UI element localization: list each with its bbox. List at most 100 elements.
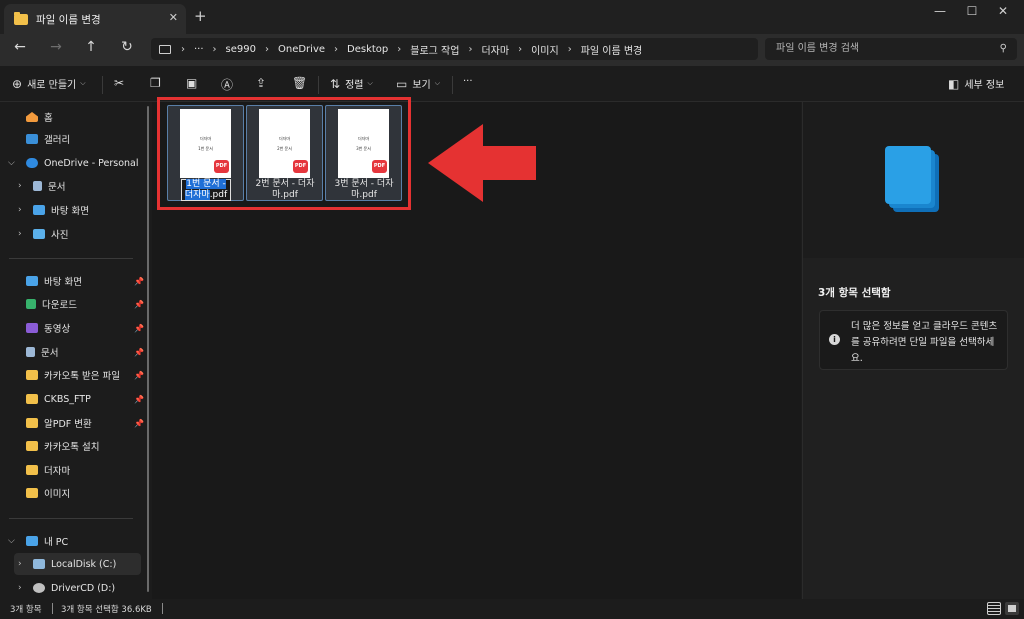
breadcrumb-item[interactable]: Desktop bbox=[347, 44, 388, 55]
more-options-button[interactable]: ··· bbox=[463, 76, 473, 87]
folder-icon bbox=[26, 465, 38, 475]
tab-file-rename[interactable]: 파일 이름 변경 ✕ bbox=[4, 4, 186, 34]
pin-icon[interactable]: 📌 bbox=[134, 371, 144, 380]
forward-button[interactable]: → bbox=[46, 39, 66, 55]
sidebar-item-desktop[interactable]: › 바탕 화면 bbox=[18, 199, 89, 221]
document-icon bbox=[33, 181, 42, 191]
separator bbox=[452, 76, 453, 94]
sidebar-item-this-pc[interactable]: ⌵ 내 PC bbox=[8, 530, 68, 552]
pin-icon[interactable]: 📌 bbox=[134, 277, 144, 286]
rename-button[interactable]: Ⓐ bbox=[221, 76, 238, 93]
breadcrumb-item[interactable]: 블로그 작업 bbox=[410, 42, 459, 57]
chevron-down-icon: ⌵ bbox=[8, 158, 15, 168]
breadcrumb[interactable]: › ··· › se990 › OneDrive › Desktop › 블로그… bbox=[151, 38, 758, 60]
computer-icon bbox=[26, 536, 38, 546]
folder-icon bbox=[26, 418, 38, 428]
search-placeholder: 파일 이름 변경 검색 bbox=[776, 43, 860, 54]
cut-icon: ✂ bbox=[114, 76, 125, 90]
home-icon bbox=[26, 112, 38, 122]
sort-button[interactable]: ⇅ 정렬 ⌵ bbox=[330, 76, 373, 92]
gallery-icon bbox=[26, 134, 38, 144]
sidebar-item-kakao-received[interactable]: 카카오톡 받은 파일 📌 bbox=[26, 364, 144, 386]
paste-icon: ▣ bbox=[186, 76, 198, 90]
desktop-icon bbox=[26, 276, 38, 286]
breadcrumb-item[interactable]: se990 bbox=[226, 44, 256, 55]
sidebar-item-quick-documents[interactable]: 문서 📌 bbox=[26, 341, 144, 363]
copy-button[interactable]: ❐ bbox=[150, 76, 166, 90]
sidebar-item-label: 카카오톡 받은 파일 bbox=[44, 371, 120, 382]
sidebar-item-onedrive[interactable]: ⌵ OneDrive - Personal bbox=[8, 152, 139, 174]
sidebar-item-drive-c[interactable]: › LocalDisk (C:) bbox=[14, 553, 141, 575]
pictures-icon bbox=[33, 229, 45, 239]
sidebar-item-drive-d[interactable]: › DriverCD (D:) bbox=[18, 577, 115, 599]
up-button[interactable]: ↑ bbox=[81, 39, 101, 55]
info-box: i 더 많은 정보를 얻고 클라우드 콘텐츠를 공유하려면 단일 파일을 선택하… bbox=[819, 310, 1008, 370]
selection-info: 3개 항목 선택함 36.6KB bbox=[61, 605, 152, 615]
minimize-button[interactable]: — bbox=[925, 4, 955, 18]
back-button[interactable]: ← bbox=[10, 39, 30, 55]
close-tab-icon[interactable]: ✕ bbox=[169, 11, 178, 24]
cut-button[interactable]: ✂ bbox=[114, 76, 129, 90]
sidebar-item-label: 카카오톡 설치 bbox=[44, 442, 100, 453]
new-button[interactable]: ⊕ 새로 만들기 ⌵ bbox=[12, 76, 86, 92]
sidebar-item-label: 더자마 bbox=[44, 466, 71, 477]
pin-icon[interactable]: 📌 bbox=[134, 348, 144, 357]
pin-icon[interactable]: 📌 bbox=[134, 395, 144, 404]
search-input[interactable]: 파일 이름 변경 검색 ⚲ bbox=[765, 38, 1017, 60]
pin-icon[interactable]: 📌 bbox=[134, 300, 144, 309]
sidebar-item-kakao-install[interactable]: 카카오톡 설치 bbox=[26, 435, 99, 457]
chevron-down-icon: ⌵ bbox=[367, 79, 373, 87]
address-bar: ← → ↑ ↻ › ··· › se990 › OneDrive › Deskt… bbox=[0, 34, 1024, 66]
sidebar-item-downloads[interactable]: 다운로드 📌 bbox=[26, 293, 144, 315]
sidebar-item-thejama[interactable]: 더자마 bbox=[26, 459, 70, 481]
breadcrumb-more[interactable]: ··· bbox=[194, 44, 204, 55]
breadcrumb-item[interactable]: 파일 이름 변경 bbox=[581, 42, 643, 57]
separator bbox=[52, 603, 53, 614]
info-icon: i bbox=[829, 334, 840, 345]
sidebar-item-label: 문서 bbox=[48, 182, 66, 193]
details-view-icon[interactable] bbox=[987, 602, 1001, 615]
pin-icon[interactable]: 📌 bbox=[134, 419, 144, 428]
sidebar-item-documents[interactable]: › 문서 bbox=[18, 175, 66, 197]
close-window-button[interactable]: ✕ bbox=[988, 4, 1018, 18]
maximize-button[interactable]: ☐ bbox=[957, 4, 987, 18]
new-label: 새로 만들기 bbox=[27, 80, 77, 91]
sidebar-item-pictures[interactable]: › 사진 bbox=[18, 223, 68, 245]
video-icon bbox=[26, 323, 38, 333]
breadcrumb-item[interactable]: 이미지 bbox=[531, 42, 559, 57]
details-button[interactable]: ◧ 세부 정보 bbox=[948, 76, 1005, 92]
paste-button[interactable]: ▣ bbox=[186, 76, 202, 90]
sidebar-scrollbar[interactable] bbox=[147, 106, 149, 592]
sidebar-item-gallery[interactable]: 갤러리 bbox=[26, 128, 70, 150]
pin-icon[interactable]: 📌 bbox=[134, 324, 144, 333]
title-bar: 파일 이름 변경 ✕ + — ☐ ✕ bbox=[0, 0, 1024, 34]
chevron-right-icon: › bbox=[397, 43, 402, 55]
breadcrumb-item[interactable]: 더자마 bbox=[481, 42, 509, 57]
sidebar-item-label: CKBS_FTP bbox=[44, 393, 91, 405]
details-label: 세부 정보 bbox=[964, 80, 1005, 91]
sidebar-item-quick-desktop[interactable]: 바탕 화면 📌 bbox=[26, 270, 144, 292]
sidebar-item-label: LocalDisk (C:) bbox=[51, 558, 117, 570]
new-tab-button[interactable]: + bbox=[194, 7, 207, 25]
command-bar: ⊕ 새로 만들기 ⌵ ✂ ❐ ▣ Ⓐ ⇪ 🗑 ⇅ 정렬 ⌵ ▭ 보기 ⌵ ···… bbox=[0, 66, 1024, 102]
chevron-right-icon: › bbox=[18, 559, 22, 569]
delete-button[interactable]: 🗑 bbox=[292, 76, 312, 90]
chevron-right-icon: › bbox=[468, 43, 473, 55]
sidebar-item-alpdf[interactable]: 알PDF 변환 📌 bbox=[26, 412, 144, 434]
view-button[interactable]: ▭ 보기 ⌵ bbox=[396, 76, 440, 92]
share-icon: ⇪ bbox=[256, 76, 267, 90]
share-button[interactable]: ⇪ bbox=[256, 76, 271, 90]
sidebar-item-home[interactable]: 홈 bbox=[26, 106, 53, 128]
chevron-right-icon: › bbox=[18, 229, 22, 239]
download-icon bbox=[26, 299, 36, 309]
large-icons-view-icon[interactable] bbox=[1005, 602, 1019, 615]
chevron-right-icon: › bbox=[18, 205, 22, 215]
sidebar-item-videos[interactable]: 동영상 📌 bbox=[26, 317, 144, 339]
refresh-button[interactable]: ↻ bbox=[117, 39, 137, 55]
item-count: 3개 항목 bbox=[10, 605, 42, 615]
sidebar-item-ckbs-ftp[interactable]: CKBS_FTP 📌 bbox=[26, 388, 144, 410]
details-pane: 3개 항목 선택함 i 더 많은 정보를 얻고 클라우드 콘텐츠를 공유하려면 … bbox=[802, 102, 1024, 599]
sidebar-item-label: 다운로드 bbox=[42, 300, 77, 311]
breadcrumb-item[interactable]: OneDrive bbox=[278, 44, 325, 55]
sidebar-item-images[interactable]: 이미지 bbox=[26, 482, 70, 504]
